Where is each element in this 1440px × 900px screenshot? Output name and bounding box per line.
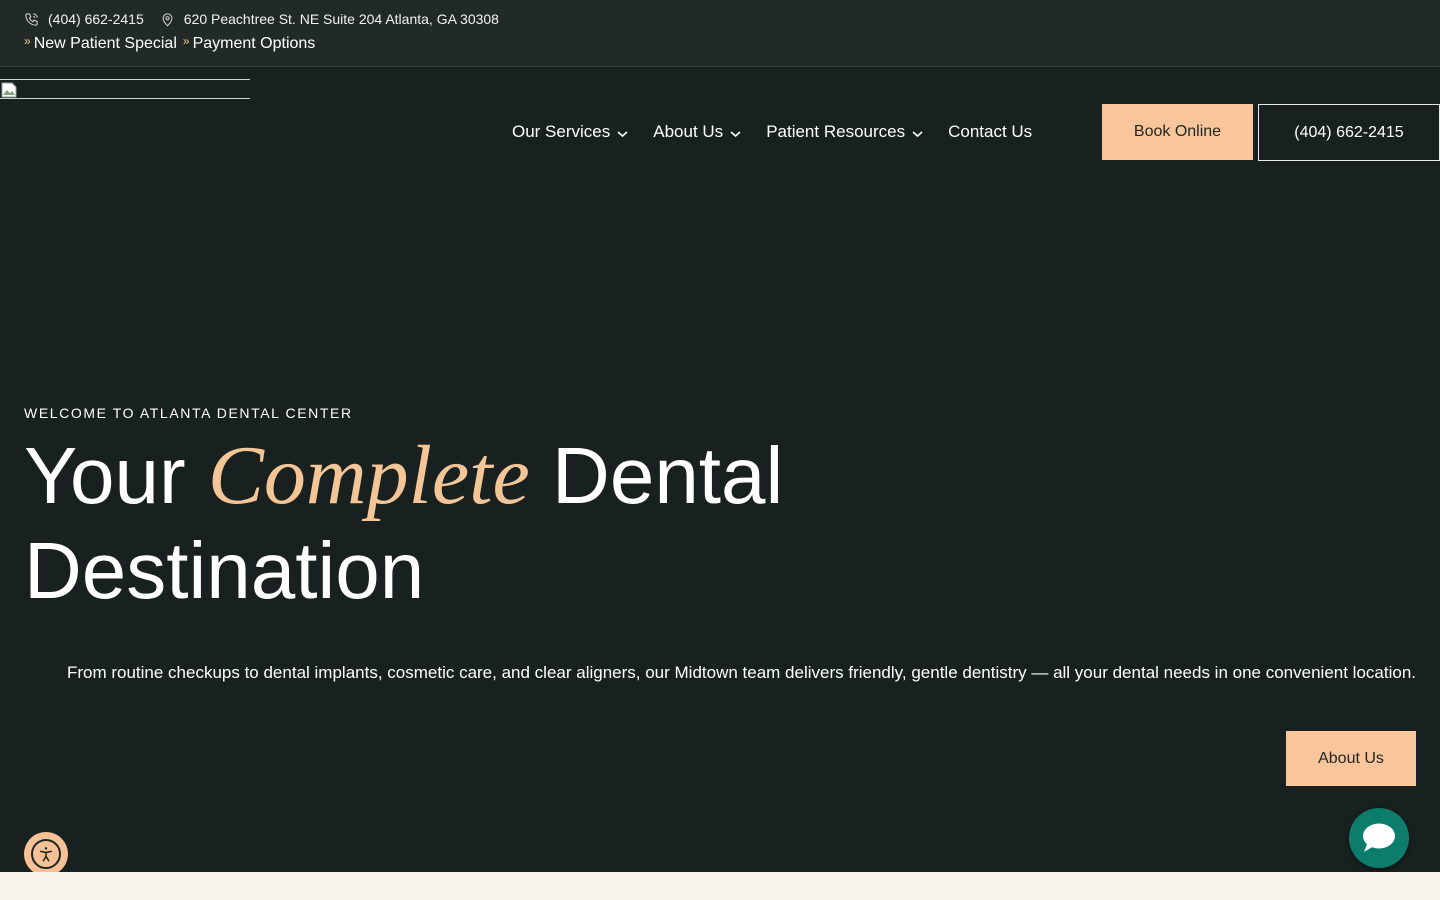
new-patient-special-link[interactable]: » New Patient Special [24, 34, 177, 53]
chevron-down-icon [617, 130, 628, 137]
book-online-label: Book Online [1133, 123, 1222, 140]
chevron-down-icon [912, 130, 923, 137]
hero-headline: Your Complete Dental Destination [24, 428, 1024, 618]
main-nav: Our Services About Us Patient Resources … [512, 121, 1057, 143]
topbar-address-text: 620 Peachtree St. NE Suite 204 Atlanta, … [183, 11, 499, 27]
broken-image-icon [1, 82, 17, 98]
hero-description: From routine checkups to dental implants… [66, 663, 1416, 682]
top-utility-bar: (404) 662-2415 620 Peachtree St. NE Suit… [0, 0, 1440, 67]
chevron-down-icon [730, 130, 741, 137]
headline-line-2: Destination [24, 526, 425, 615]
nav-contact-us-label: Contact Us [948, 122, 1033, 141]
headline-accent-word: Complete [207, 429, 530, 522]
chat-bubble-icon [1363, 823, 1395, 852]
about-us-button-label: About Us [1318, 749, 1384, 767]
location-pin-icon [162, 12, 173, 26]
promo-links-row: » New Patient Special » Payment Options [24, 34, 321, 54]
headline-word-dental: Dental [552, 431, 784, 520]
hero-eyebrow: WELCOME TO ATLANTA DENTAL CENTER [24, 405, 353, 421]
nav-patient-resources-label: Patient Resources [766, 122, 906, 141]
double-chevron-right-icon: » [24, 34, 31, 48]
headline-word-your: Your [24, 431, 186, 520]
accessibility-icon [31, 839, 61, 869]
contact-row: (404) 662-2415 620 Peachtree St. NE Suit… [24, 10, 515, 28]
double-chevron-right-icon: » [182, 34, 190, 48]
book-online-button[interactable]: Book Online [1102, 104, 1253, 160]
nav-about-us-label: About Us [653, 122, 724, 141]
nav-patient-resources[interactable]: Patient Resources [766, 122, 923, 142]
nav-about-us[interactable]: About Us [653, 122, 741, 142]
nav-our-services-label: Our Services [512, 122, 611, 141]
accessibility-widget-button[interactable] [24, 832, 68, 876]
header-phone-button[interactable]: (404) 662-2415 [1258, 104, 1440, 161]
nav-our-services[interactable]: Our Services [512, 122, 628, 142]
payment-options-label: Payment Options [192, 35, 316, 52]
chat-widget-button[interactable] [1349, 808, 1409, 868]
header-phone-label: (404) 662-2415 [1294, 123, 1404, 141]
next-section-band [0, 872, 1440, 900]
phone-icon [25, 12, 38, 26]
site-logo[interactable] [0, 79, 250, 99]
topbar-phone-link[interactable]: (404) 662-2415 [24, 11, 144, 27]
topbar-address-link[interactable]: 620 Peachtree St. NE Suite 204 Atlanta, … [160, 11, 499, 27]
nav-contact-us[interactable]: Contact Us [948, 122, 1032, 142]
payment-options-link[interactable]: » Payment Options [182, 34, 316, 53]
topbar-phone-text: (404) 662-2415 [48, 11, 144, 27]
about-us-button[interactable]: About Us [1286, 731, 1416, 786]
new-patient-special-label: New Patient Special [33, 35, 177, 52]
